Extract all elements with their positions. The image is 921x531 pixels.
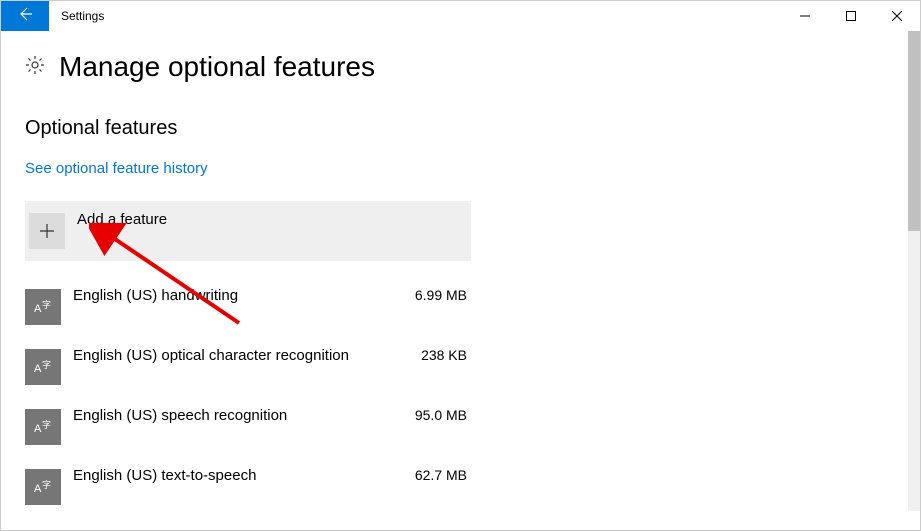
content-area: Manage optional features Optional featur… — [1, 31, 920, 517]
history-link[interactable]: See optional feature history — [25, 160, 208, 177]
svg-text:字: 字 — [42, 359, 51, 370]
feature-size: 62.7 MB — [415, 467, 471, 483]
section-title: Optional features — [25, 117, 896, 140]
add-feature-label: Add a feature — [77, 211, 167, 228]
feature-row[interactable]: A字 English (US) text-to-speech 62.7 MB — [25, 457, 471, 517]
language-icon: A字 — [25, 349, 61, 385]
svg-text:A: A — [34, 303, 42, 315]
language-icon: A字 — [25, 409, 61, 445]
language-icon: A字 — [25, 289, 61, 325]
svg-text:A: A — [34, 483, 42, 495]
feature-list: Add a feature A字 English (US) handwritin… — [25, 201, 471, 517]
feature-row[interactable]: A字 English (US) optical character recogn… — [25, 337, 471, 397]
page-title: Manage optional features — [59, 51, 375, 83]
page-header: Manage optional features — [25, 51, 896, 83]
add-feature-row[interactable]: Add a feature — [25, 201, 471, 261]
window-title: Settings — [49, 1, 782, 31]
titlebar: Settings — [1, 1, 920, 31]
back-button[interactable] — [1, 1, 49, 31]
minimize-button[interactable] — [782, 1, 828, 31]
plus-icon — [29, 213, 65, 249]
svg-text:字: 字 — [42, 419, 51, 430]
maximize-button[interactable] — [828, 1, 874, 31]
svg-text:字: 字 — [42, 479, 51, 490]
svg-text:字: 字 — [42, 299, 51, 310]
feature-size: 95.0 MB — [415, 407, 471, 423]
feature-row[interactable]: A字 English (US) handwriting 6.99 MB — [25, 277, 471, 337]
window-controls — [782, 1, 920, 31]
feature-size: 238 KB — [421, 347, 471, 363]
scrollbar-thumb[interactable] — [908, 31, 920, 231]
svg-text:A: A — [34, 363, 42, 375]
feature-size: 6.99 MB — [415, 287, 471, 303]
gear-icon — [25, 55, 45, 80]
arrow-left-icon — [17, 6, 33, 27]
close-button[interactable] — [874, 1, 920, 31]
scrollbar[interactable] — [908, 31, 920, 511]
language-icon: A字 — [25, 469, 61, 505]
feature-name: English (US) handwriting — [73, 287, 415, 304]
svg-text:A: A — [34, 423, 42, 435]
feature-row[interactable]: A字 English (US) speech recognition 95.0 … — [25, 397, 471, 457]
feature-name: English (US) optical character recogniti… — [73, 347, 421, 364]
feature-name: English (US) speech recognition — [73, 407, 415, 424]
feature-name: English (US) text-to-speech — [73, 467, 415, 484]
